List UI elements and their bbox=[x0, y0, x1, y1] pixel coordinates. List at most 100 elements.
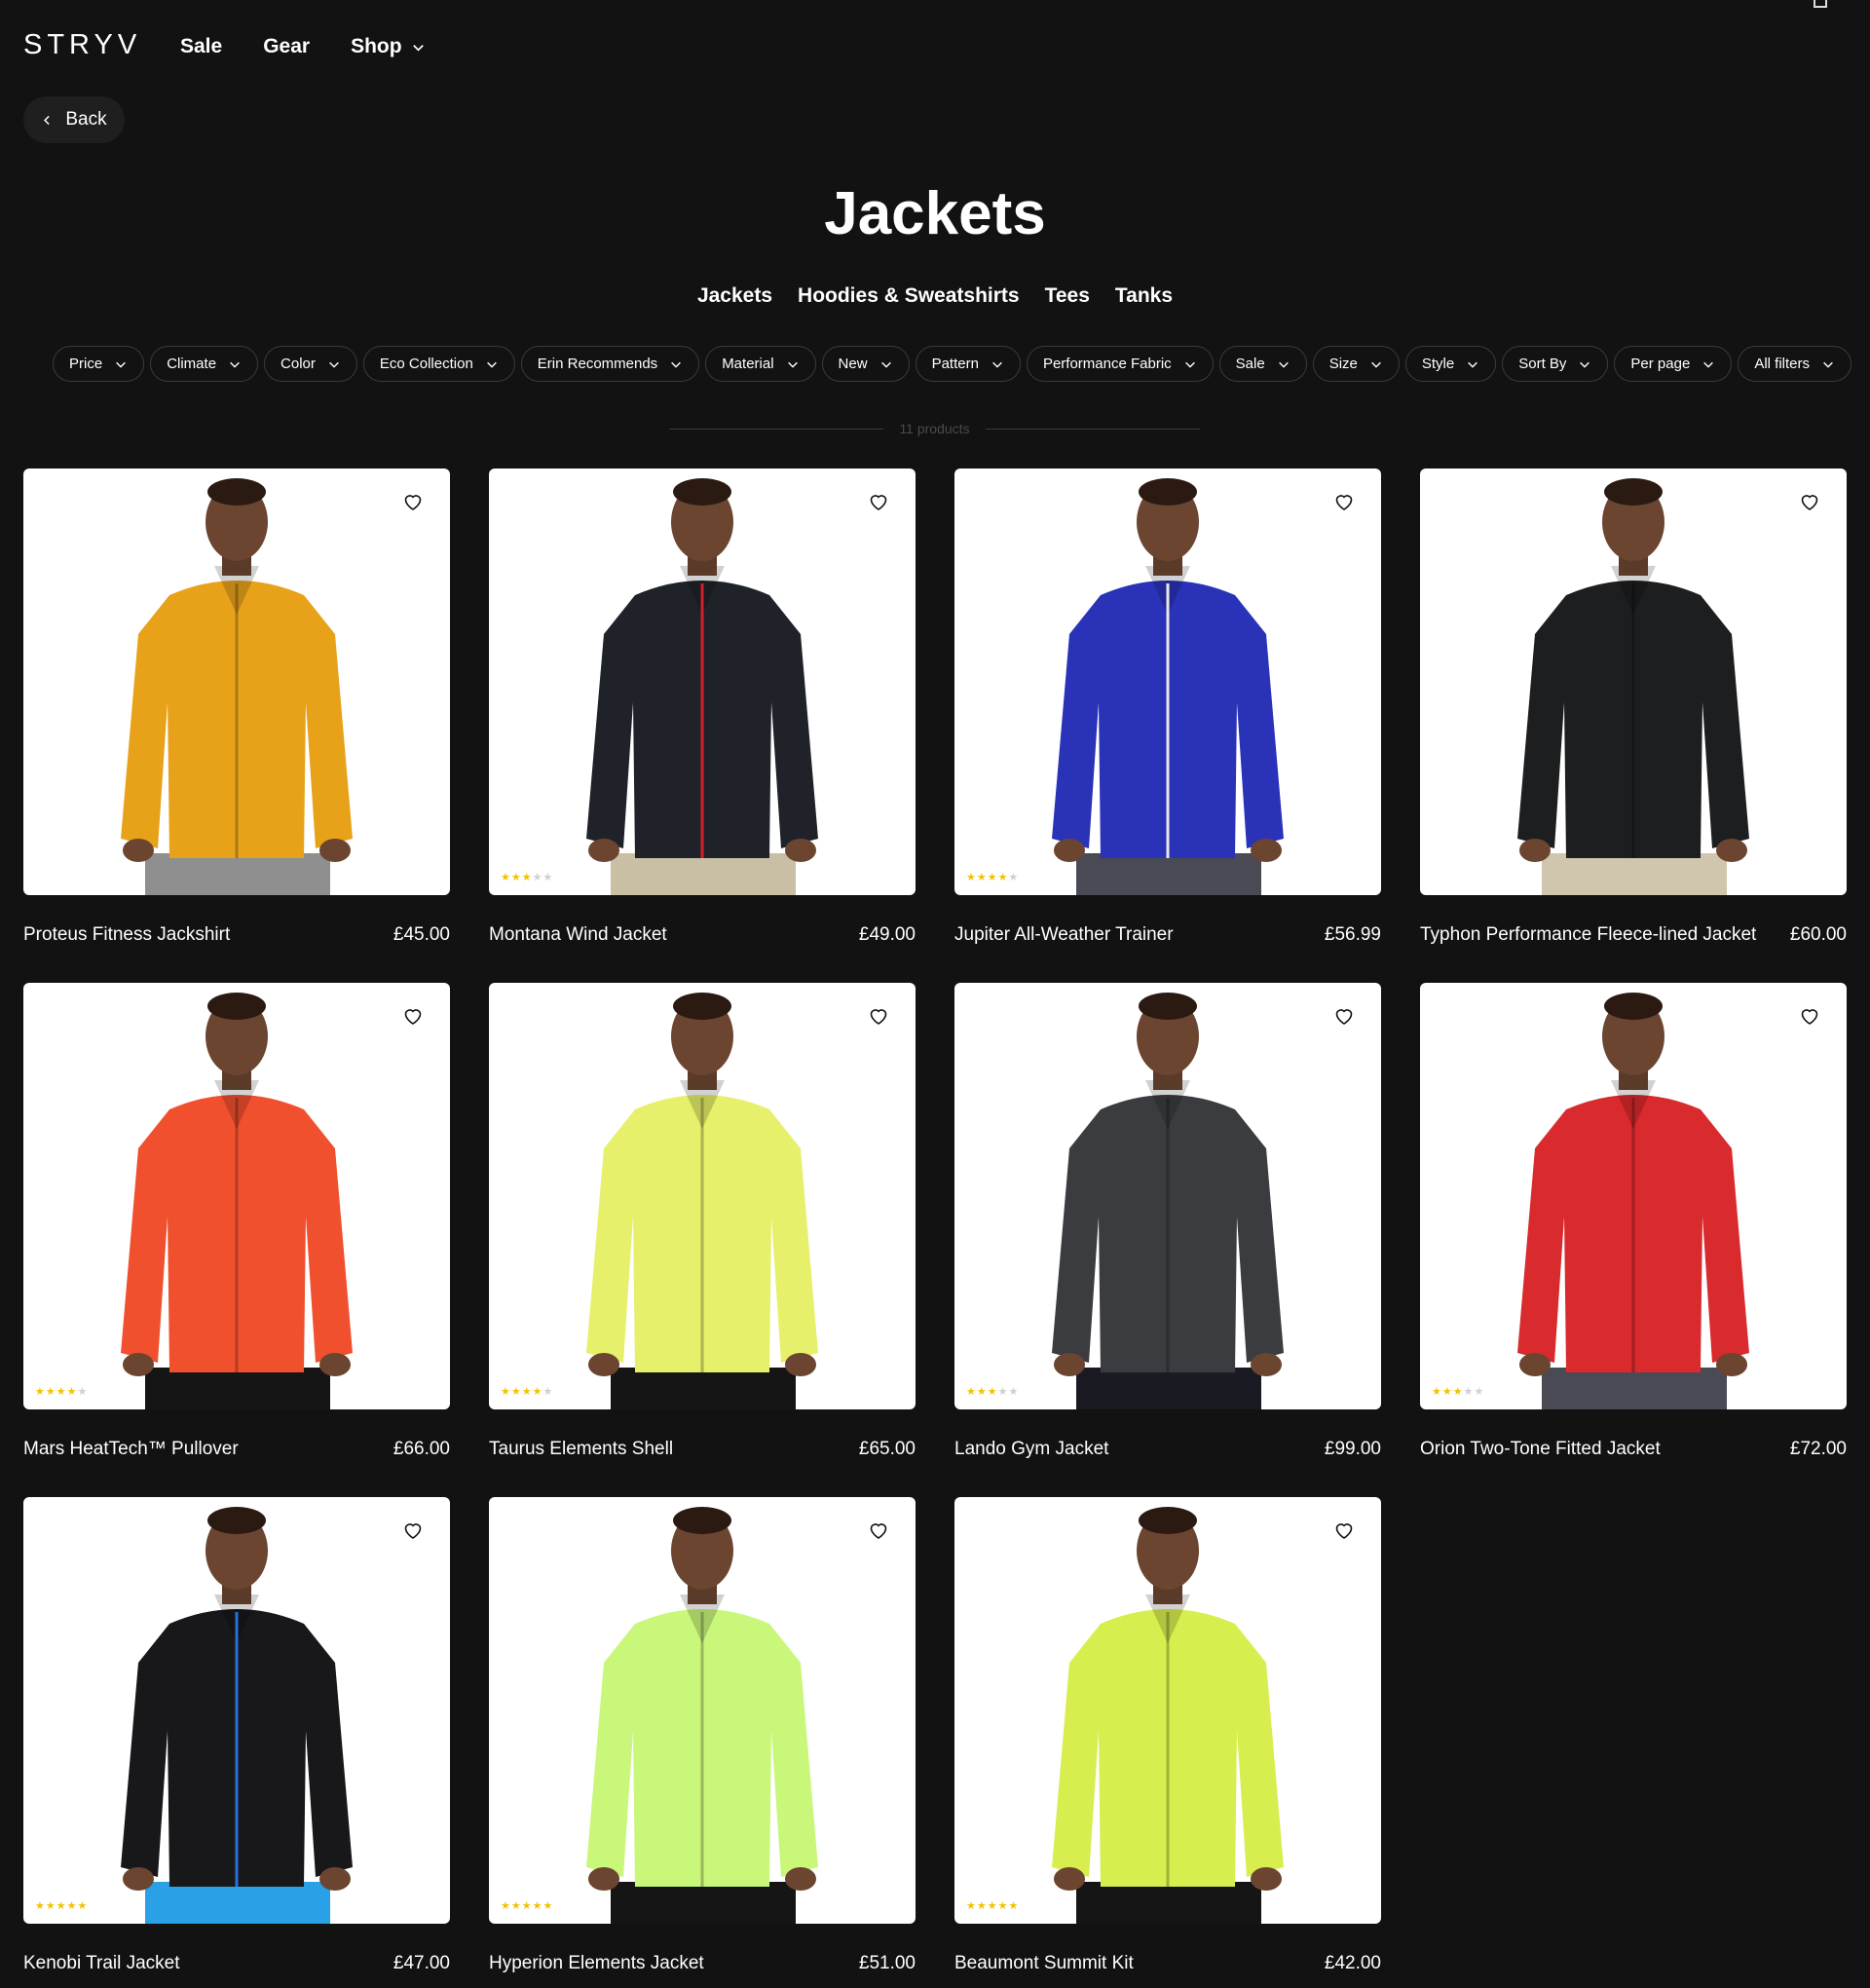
subnav-jackets[interactable]: Jackets bbox=[697, 284, 772, 308]
star-icon: ★ bbox=[45, 1900, 56, 1912]
product-name[interactable]: Jupiter All-Weather Trainer bbox=[954, 924, 1174, 946]
product-price: £47.00 bbox=[393, 1953, 450, 1973]
product-name[interactable]: Beaumont Summit Kit bbox=[954, 1953, 1134, 1974]
filter-color[interactable]: Color bbox=[264, 346, 357, 382]
back-button[interactable]: Back bbox=[23, 96, 125, 143]
filter-sort-by[interactable]: Sort By bbox=[1502, 346, 1609, 382]
heart-icon[interactable] bbox=[1332, 1519, 1358, 1544]
filter-pattern[interactable]: Pattern bbox=[915, 346, 1021, 382]
product-card[interactable]: ★★★★★ Lando Gym Jacket £99.00 bbox=[954, 983, 1381, 1459]
product-image[interactable]: ★★★★★ bbox=[23, 1497, 450, 1924]
star-icon: ★ bbox=[521, 872, 533, 883]
filter-label: Pattern bbox=[931, 356, 979, 372]
filter-performance-fabric[interactable]: Performance Fabric bbox=[1026, 346, 1214, 382]
product-name[interactable]: Mars HeatTech™ Pullover bbox=[23, 1439, 239, 1460]
chevron-down-icon bbox=[230, 361, 240, 368]
heart-icon[interactable] bbox=[1332, 490, 1358, 515]
filter-eco-collection[interactable]: Eco Collection bbox=[362, 346, 515, 382]
star-icon: ★ bbox=[966, 1386, 977, 1398]
filter-price[interactable]: Price bbox=[53, 346, 145, 382]
subnav-hoodies[interactable]: Hoodies & Sweatshirts bbox=[798, 284, 1020, 308]
filter-label: Sale bbox=[1235, 356, 1265, 372]
rating-stars: ★★★★★ bbox=[1432, 1385, 1484, 1398]
product-card[interactable]: ★★★★★ Beaumont Summit Kit £42.00 bbox=[954, 1497, 1381, 1973]
product-name[interactable]: Taurus Elements Shell bbox=[489, 1439, 673, 1460]
product-price: £65.00 bbox=[858, 1439, 916, 1459]
heart-icon[interactable] bbox=[1798, 490, 1823, 515]
nav-shop[interactable]: Shop bbox=[351, 35, 426, 58]
product-name[interactable]: Proteus Fitness Jackshirt bbox=[23, 924, 230, 946]
heart-icon[interactable] bbox=[867, 1519, 892, 1544]
product-image[interactable]: ★★★★★ bbox=[954, 469, 1381, 895]
star-icon: ★ bbox=[987, 1900, 998, 1912]
nav-sale[interactable]: Sale bbox=[180, 35, 222, 58]
heart-icon[interactable] bbox=[401, 1004, 427, 1030]
chevron-down-icon bbox=[1703, 361, 1714, 368]
chevron-down-icon bbox=[880, 361, 891, 368]
star-icon: ★ bbox=[77, 1386, 89, 1398]
product-card[interactable]: ★★★★★ Jupiter All-Weather Trainer £56.99 bbox=[954, 469, 1381, 945]
brand-logo[interactable]: STRYV bbox=[23, 29, 141, 61]
product-name[interactable]: Typhon Performance Fleece-lined Jacket bbox=[1420, 924, 1756, 946]
model-figure bbox=[1052, 993, 1284, 1409]
heart-icon[interactable] bbox=[1332, 1004, 1358, 1030]
product-name[interactable]: Orion Two-Tone Fitted Jacket bbox=[1420, 1439, 1661, 1460]
heart-icon[interactable] bbox=[867, 1004, 892, 1030]
product-name[interactable]: Hyperion Elements Jacket bbox=[489, 1953, 704, 1974]
back-label: Back bbox=[65, 109, 107, 130]
filter-material[interactable]: Material bbox=[705, 346, 816, 382]
heart-icon[interactable] bbox=[401, 1519, 427, 1544]
product-image[interactable]: ★★★★★ bbox=[954, 1497, 1381, 1924]
product-name[interactable]: Montana Wind Jacket bbox=[489, 924, 667, 946]
product-card[interactable]: Proteus Fitness Jackshirt £45.00 bbox=[23, 469, 450, 945]
product-image[interactable]: ★★★★★ bbox=[954, 983, 1381, 1409]
subnav-tees[interactable]: Tees bbox=[1045, 284, 1090, 308]
heart-icon[interactable] bbox=[867, 490, 892, 515]
heart-icon[interactable] bbox=[401, 490, 427, 515]
product-price: £72.00 bbox=[1789, 1439, 1847, 1459]
rating-stars: ★★★★★ bbox=[966, 1899, 1019, 1912]
filter-label: New bbox=[838, 356, 868, 372]
filter-per-page[interactable]: Per page bbox=[1614, 346, 1733, 382]
product-image[interactable]: ★★★★★ bbox=[489, 1497, 916, 1924]
filter-bar: Price Climate Color Eco Collection Erin Reco… bbox=[53, 346, 1851, 382]
cart-icon[interactable] bbox=[1814, 0, 1827, 8]
product-card[interactable]: Typhon Performance Fleece-lined Jacket £6… bbox=[1420, 469, 1847, 945]
product-price: £49.00 bbox=[858, 924, 916, 945]
filter-sale[interactable]: Sale bbox=[1218, 346, 1307, 382]
product-name[interactable]: Kenobi Trail Jacket bbox=[23, 1953, 180, 1974]
filter-size[interactable]: Size bbox=[1312, 346, 1400, 382]
product-card[interactable]: ★★★★★ Mars HeatTech™ Pullover £66.00 bbox=[23, 983, 450, 1459]
product-image[interactable]: ★★★★★ bbox=[489, 469, 916, 895]
filter-climate[interactable]: Climate bbox=[150, 346, 259, 382]
product-card[interactable]: ★★★★★ Orion Two-Tone Fitted Jacket £72.00 bbox=[1420, 983, 1847, 1459]
subnav-tanks[interactable]: Tanks bbox=[1115, 284, 1173, 308]
filter-label: Size bbox=[1328, 356, 1358, 372]
rating-stars: ★★★★★ bbox=[501, 1385, 553, 1398]
chevron-down-icon bbox=[329, 361, 339, 368]
product-name[interactable]: Lando Gym Jacket bbox=[954, 1439, 1108, 1460]
model-figure bbox=[1517, 478, 1749, 895]
star-icon: ★ bbox=[66, 1386, 78, 1398]
divider bbox=[669, 428, 884, 430]
product-image[interactable]: ★★★★★ bbox=[23, 983, 450, 1409]
product-image[interactable] bbox=[23, 469, 450, 895]
product-count: 11 products bbox=[899, 421, 970, 436]
filter-all-filters[interactable]: All filters bbox=[1738, 346, 1851, 382]
star-icon: ★ bbox=[542, 1900, 554, 1912]
chevron-down-icon bbox=[1468, 361, 1478, 368]
product-card[interactable]: ★★★★★ Hyperion Elements Jacket £51.00 bbox=[489, 1497, 916, 1973]
filter-erin-recommends[interactable]: Erin Recommends bbox=[520, 346, 700, 382]
product-image[interactable] bbox=[1420, 469, 1847, 895]
filter-label: Eco Collection bbox=[379, 356, 473, 372]
filter-new[interactable]: New bbox=[821, 346, 910, 382]
product-image[interactable]: ★★★★★ bbox=[489, 983, 916, 1409]
product-card[interactable]: ★★★★★ Kenobi Trail Jacket £47.00 bbox=[23, 1497, 450, 1973]
nav-gear[interactable]: Gear bbox=[263, 35, 310, 58]
product-card[interactable]: ★★★★★ Taurus Elements Shell £65.00 bbox=[489, 983, 916, 1459]
product-card[interactable]: ★★★★★ Montana Wind Jacket £49.00 bbox=[489, 469, 916, 945]
heart-icon[interactable] bbox=[1798, 1004, 1823, 1030]
filter-style[interactable]: Style bbox=[1404, 346, 1497, 382]
product-image[interactable]: ★★★★★ bbox=[1420, 983, 1847, 1409]
star-icon: ★ bbox=[1432, 1386, 1442, 1398]
